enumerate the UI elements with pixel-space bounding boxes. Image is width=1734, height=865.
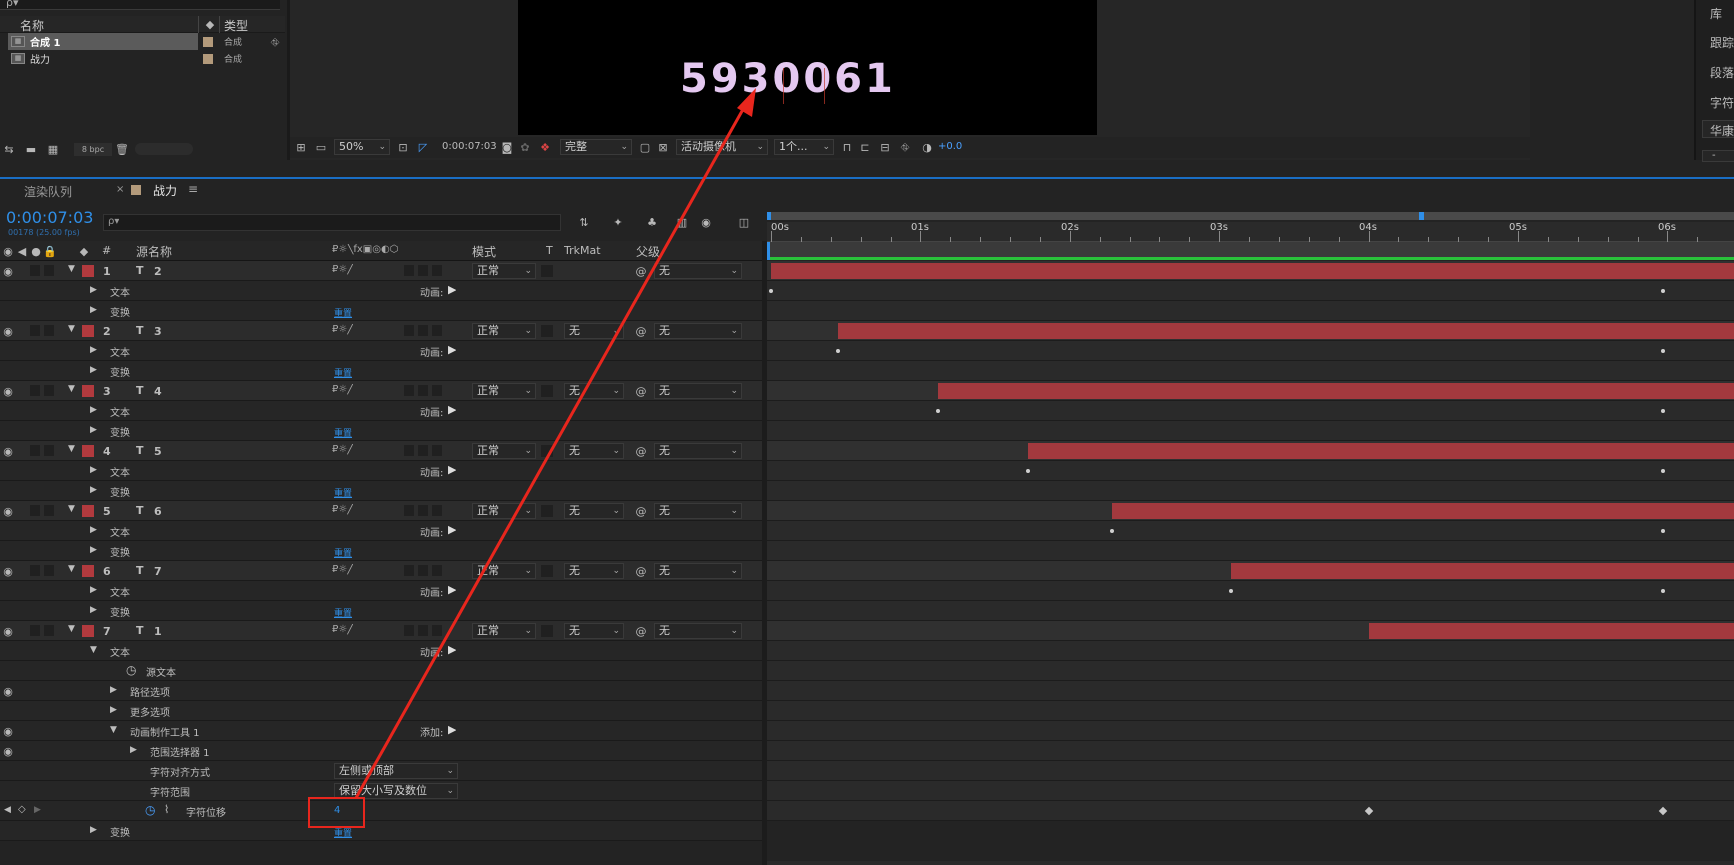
annotation-arrow: [354, 88, 756, 799]
after-effects-window: ρ▾ 名称 ◆ 类型 ▦ 合成 1 合成 ⛗ ▦ 战力 合成 ⇆ ▬ ▦ 8 b…: [0, 0, 1734, 865]
